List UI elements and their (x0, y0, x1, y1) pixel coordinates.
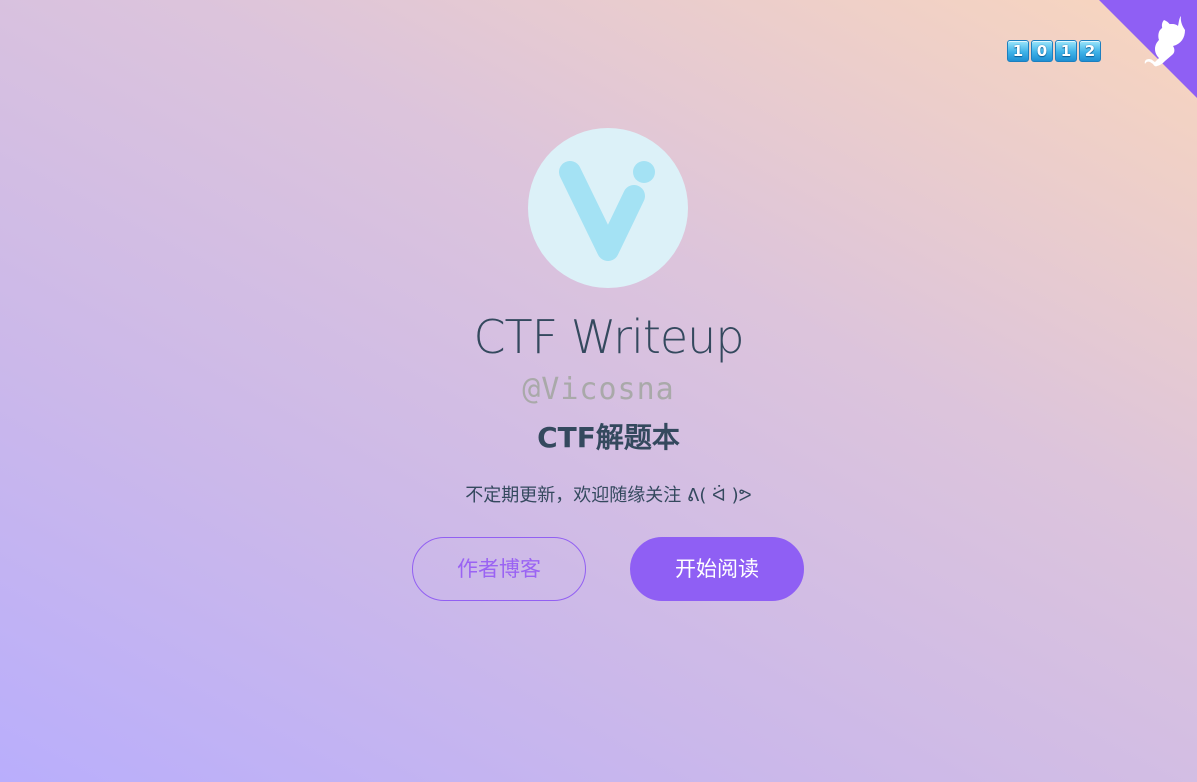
start-reading-button[interactable]: 开始阅读 (630, 537, 804, 601)
vicosna-v-logo-icon (559, 161, 655, 261)
avatar (528, 128, 688, 288)
author-blog-button[interactable]: 作者博客 (412, 537, 586, 601)
visit-counter: 1 0 1 2 (1007, 40, 1101, 62)
github-corner-link[interactable] (1099, 0, 1197, 98)
counter-digit: 0 (1031, 40, 1053, 62)
counter-digit: 1 (1055, 40, 1077, 62)
page-description: 不定期更新，欢迎随缘关注 ᕕ( ᐛ )ᕗ (465, 485, 752, 506)
counter-digit: 1 (1007, 40, 1029, 62)
page-title: CTF Writeup (473, 310, 744, 364)
counter-digit: 2 (1079, 40, 1101, 62)
page-subtitle: CTF解题本 (537, 421, 680, 454)
author-handle: @Vicosna (522, 372, 675, 407)
github-octocat-icon (1099, 0, 1197, 98)
